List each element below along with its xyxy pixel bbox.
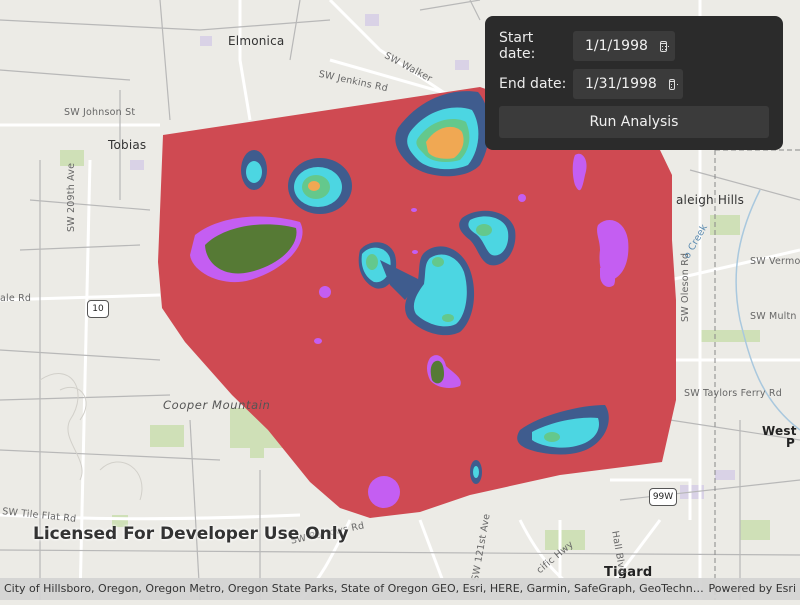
road-sw-oleson: SW Oleson Rd — [680, 252, 691, 322]
calendar-icon[interactable] — [659, 40, 668, 52]
road-farmington: ale Rd — [0, 293, 32, 304]
place-cooper-mountain: Cooper Mountain — [163, 398, 271, 412]
place-tobias: Tobias — [108, 138, 147, 152]
place-west-slope-2: P — [786, 436, 795, 450]
start-date-picker[interactable]: 1/1/1998 — [573, 31, 675, 61]
road-sw-209th: SW 209th Ave — [66, 162, 77, 232]
route-shield-10: 10 — [87, 300, 109, 318]
license-watermark: Licensed For Developer Use Only — [33, 524, 349, 544]
end-date-picker[interactable]: 1/31/1998 — [573, 69, 683, 99]
analysis-panel: Start date: 1/1/1998 End date: 1/31/1998… — [485, 16, 783, 150]
calendar-icon[interactable] — [668, 78, 676, 90]
end-date-row: End date: 1/31/1998 — [499, 68, 769, 100]
start-date-row: Start date: 1/1/1998 — [499, 30, 769, 62]
attribution-bar: City of Hillsboro, Oregon, Oregon Metro,… — [0, 578, 800, 600]
attribution-sources[interactable]: City of Hillsboro, Oregon, Oregon Metro,… — [4, 578, 704, 600]
analysis-raster — [158, 87, 676, 518]
road-sw-vermont: SW Vermo — [750, 256, 800, 267]
powered-by-esri[interactable]: Powered by Esri — [708, 578, 796, 600]
road-sw-johnson: SW Johnson St — [64, 107, 136, 118]
end-date-label: End date: — [499, 76, 567, 92]
terrain-hillshade — [39, 373, 143, 501]
road-sw-multnomah: SW Multn — [750, 311, 797, 322]
route-shield-99w: 99W — [649, 488, 677, 506]
place-raleigh-hills: aleigh Hills — [676, 193, 745, 207]
end-date-value: 1/31/1998 — [585, 76, 657, 92]
start-date-label: Start date: — [499, 30, 536, 62]
start-date-value: 1/1/1998 — [585, 38, 648, 54]
place-elmonica: Elmonica — [228, 34, 285, 48]
run-analysis-button[interactable]: Run Analysis — [499, 106, 769, 138]
road-sw-taylors-ferry: SW Taylors Ferry Rd — [684, 388, 782, 399]
